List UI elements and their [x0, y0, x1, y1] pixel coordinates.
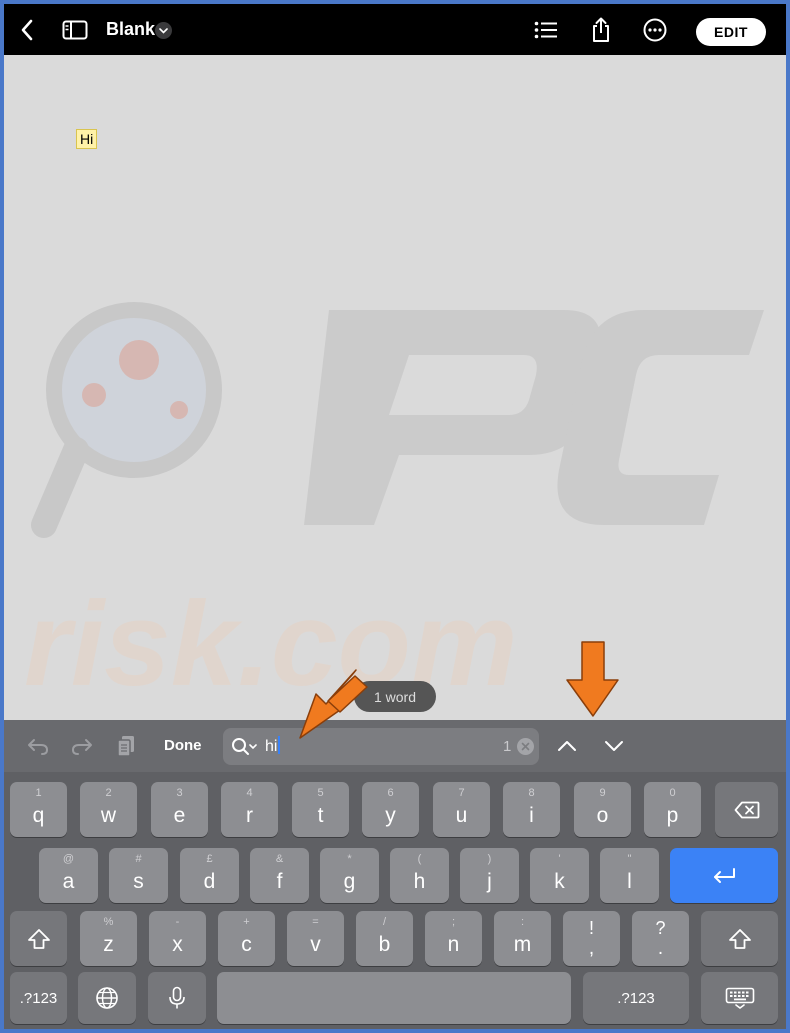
find-toolbar: Done hi 1 [4, 720, 786, 772]
clipboard-icon[interactable] [112, 720, 140, 772]
key-period[interactable]: ?. [632, 911, 689, 966]
text-caret [278, 736, 281, 754]
clear-icon[interactable] [517, 738, 534, 755]
key-k[interactable]: ' k [530, 848, 589, 903]
space-bar[interactable] [217, 972, 571, 1024]
back-icon[interactable] [12, 4, 42, 55]
key-q[interactable]: 1q [10, 782, 67, 837]
key-d[interactable]: £ d [180, 848, 239, 903]
document-canvas[interactable]: risk.com Hi 1 word [4, 55, 786, 720]
key-y[interactable]: 6y [362, 782, 419, 837]
keyboard-hide-icon [701, 972, 778, 1024]
key-w[interactable]: 2w [80, 782, 137, 837]
key-h[interactable]: (h [390, 848, 449, 903]
key-c[interactable]: + c [218, 911, 275, 966]
key-e[interactable]: 3e [151, 782, 208, 837]
shift-icon [10, 911, 67, 966]
document-title[interactable]: Blank [106, 4, 155, 55]
key-l[interactable]: " l [600, 848, 659, 903]
svg-text:risk.com: risk.com [24, 577, 518, 711]
return-key[interactable] [670, 848, 778, 903]
top-navigation-bar: Blank EDIT [4, 4, 786, 55]
ipad-screen: Blank EDIT risk.com Hi 1 word Done hi 1 … [4, 4, 786, 1029]
globe-icon [78, 972, 136, 1024]
key-g[interactable]: * g [320, 848, 379, 903]
key-p[interactable]: 0p [644, 782, 701, 837]
key-m[interactable]: :m [494, 911, 551, 966]
find-search-field[interactable]: hi 1 [223, 728, 539, 765]
delete-key[interactable] [715, 782, 778, 837]
numbers-key-right[interactable]: .?123 [583, 972, 689, 1024]
match-count: 1 [503, 738, 512, 755]
watermark-logo: risk.com [24, 302, 764, 711]
more-icon[interactable] [640, 4, 670, 55]
microphone-icon [148, 972, 206, 1024]
key-o[interactable]: 9o [574, 782, 631, 837]
previous-match-icon[interactable] [554, 720, 580, 772]
globe-key[interactable] [78, 972, 136, 1024]
key-b[interactable]: / b [356, 911, 413, 966]
return-icon [670, 848, 778, 903]
search-icon[interactable] [231, 737, 259, 762]
word-count-badge: 1 word [354, 681, 436, 712]
numbers-key-left[interactable]: .?123 [10, 972, 67, 1024]
share-icon[interactable] [586, 4, 616, 55]
key-u[interactable]: 7u [433, 782, 490, 837]
search-input-value: hi [265, 738, 278, 755]
list-icon[interactable] [531, 4, 561, 55]
onscreen-keyboard: 1q 2w 3e 4r 5t 6y 7u 8i 9o 0p @ a # s £ d &… [4, 772, 786, 1029]
done-button[interactable]: Done [164, 720, 202, 772]
next-match-icon[interactable] [601, 720, 627, 772]
search-input[interactable]: hi [265, 728, 281, 765]
backspace-icon [715, 782, 778, 837]
key-v[interactable]: = v [287, 911, 344, 966]
key-n[interactable]: ; n [425, 911, 482, 966]
key-t[interactable]: 5t [292, 782, 349, 837]
sidebar-icon[interactable] [59, 4, 91, 55]
key-comma[interactable]: !, [563, 911, 620, 966]
edit-button[interactable]: EDIT [696, 18, 766, 46]
key-f[interactable]: & f [250, 848, 309, 903]
key-z[interactable]: % z [80, 911, 137, 966]
chevron-down-icon[interactable] [155, 22, 172, 39]
hide-keyboard-key[interactable] [701, 972, 778, 1024]
key-x[interactable]: -x [149, 911, 206, 966]
key-r[interactable]: 4r [221, 782, 278, 837]
undo-icon[interactable] [24, 720, 52, 772]
highlighted-search-match[interactable]: Hi [76, 129, 98, 149]
dictation-key[interactable] [148, 972, 206, 1024]
shift-key-right[interactable] [701, 911, 778, 966]
key-a[interactable]: @ a [39, 848, 98, 903]
shift-key-left[interactable] [10, 911, 67, 966]
key-s[interactable]: # s [109, 848, 168, 903]
key-j[interactable]: ) j [460, 848, 519, 903]
shift-icon [701, 911, 778, 966]
redo-icon[interactable] [68, 720, 96, 772]
key-i[interactable]: 8i [503, 782, 560, 837]
